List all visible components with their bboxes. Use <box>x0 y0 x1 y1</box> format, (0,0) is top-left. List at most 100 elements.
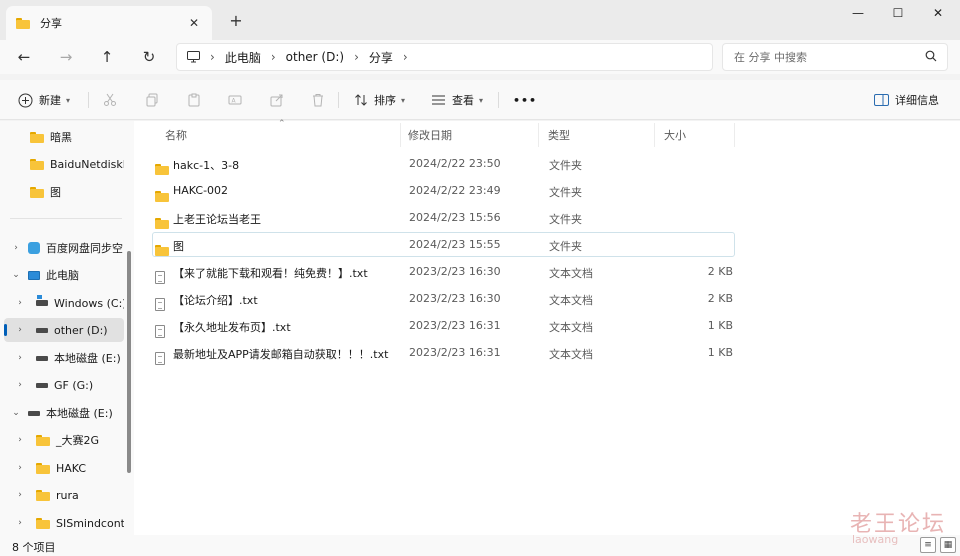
search-input[interactable] <box>734 50 914 64</box>
back-button[interactable]: ← <box>12 46 36 68</box>
chevron-right-icon[interactable]: › <box>4 435 36 445</box>
column-header-date[interactable]: 修改日期 <box>408 121 452 149</box>
file-row[interactable]: 图 2024/2/23 15:55 文件夹 <box>152 232 735 257</box>
sort-ascending-icon: ⌃ <box>278 119 286 129</box>
file-row[interactable]: 【永久地址发布页】.txt 2023/2/23 16:31 文本文档 1 KB <box>152 313 735 338</box>
file-row[interactable]: 最新地址及APP请发邮箱自动获取！！！.txt 2023/2/23 16:31 … <box>152 340 735 365</box>
column-header-name[interactable]: 名称 <box>165 121 187 149</box>
chevron-right-icon[interactable]: › <box>4 518 36 528</box>
close-window-button[interactable]: ✕ <box>918 0 958 26</box>
file-row[interactable]: 上老王论坛当老王 2024/2/23 15:56 文件夹 <box>152 205 735 230</box>
chevron-right-icon[interactable]: › <box>4 353 36 363</box>
address-bar[interactable]: › 此电脑 › other (D:) › 分享 › <box>176 43 713 71</box>
breadcrumb-share[interactable]: 分享 <box>369 49 393 66</box>
sidebar-item-sismindcontrol[interactable]: › SISmindcontrol <box>4 511 124 535</box>
chevron-right-icon[interactable]: › <box>4 243 28 253</box>
folder-icon <box>30 158 44 170</box>
tab-close-icon[interactable]: ✕ <box>186 15 202 31</box>
breadcrumb-separator[interactable]: › <box>271 50 276 64</box>
sidebar-scrollbar[interactable] <box>127 251 131 473</box>
chevron-right-icon[interactable]: › <box>4 380 36 390</box>
view-button[interactable]: 查看 ▾ <box>431 88 483 112</box>
delete-button[interactable] <box>311 88 325 112</box>
more-options-button[interactable]: ••• <box>513 88 537 112</box>
file-type: 文本文档 <box>549 321 593 334</box>
file-date: 2024/2/23 15:55 <box>409 238 501 251</box>
chevron-down-icon: ▾ <box>479 95 484 105</box>
chevron-right-icon[interactable]: › <box>4 463 36 473</box>
sidebar-item-hakc[interactable]: › HAKC <box>4 456 124 480</box>
file-row[interactable]: hakc-1、3-8 2024/2/22 23:50 文件夹 <box>152 151 735 176</box>
sidebar-item-drive-g[interactable]: › GF (G:) <box>4 373 124 397</box>
file-row[interactable]: 【来了就能下载和观看！纯免费！】.txt 2023/2/23 16:30 文本文… <box>152 259 735 284</box>
up-button[interactable]: ↑ <box>95 46 119 68</box>
tiles-view-icon[interactable]: ▦ <box>940 537 956 553</box>
file-date: 2023/2/23 16:31 <box>409 346 501 359</box>
status-bar: 8 个项目 ≡ ▦ <box>0 535 960 556</box>
new-tab-button[interactable]: + <box>226 10 246 30</box>
details-pane-icon <box>874 94 889 106</box>
breadcrumb-separator[interactable]: › <box>354 50 359 64</box>
minimize-button[interactable]: — <box>838 0 878 26</box>
sidebar-item-label: _大赛2G <box>56 434 100 447</box>
chevron-right-icon[interactable]: › <box>4 490 36 500</box>
sidebar-item-drive-e[interactable]: › 本地磁盘 (E:) <box>4 346 124 370</box>
sidebar-item-dasai[interactable]: › _大赛2G <box>4 428 124 452</box>
chevron-right-icon[interactable]: › <box>4 298 36 308</box>
search-box[interactable] <box>722 43 948 71</box>
sidebar-item-baidunetdisk[interactable]: BaiduNetdiskDownload <box>4 152 124 176</box>
file-size: 1 KB <box>707 346 733 359</box>
chevron-down-icon[interactable]: ⌄ <box>4 270 28 280</box>
sidebar-item-baidu-sync[interactable]: › 百度网盘同步空间 <box>4 236 124 260</box>
plus-circle-icon <box>18 93 33 107</box>
file-row[interactable]: 【论坛介绍】.txt 2023/2/23 16:30 文本文档 2 KB <box>152 286 735 311</box>
column-divider[interactable] <box>734 123 735 147</box>
tab-share[interactable]: 分享 ✕ <box>6 6 212 40</box>
paste-button[interactable] <box>187 88 201 112</box>
toolbar-divider <box>338 92 339 108</box>
sidebar-item-rura[interactable]: › rura <box>4 483 124 507</box>
chevron-down-icon[interactable]: ⌄ <box>4 408 28 418</box>
rename-button[interactable]: A <box>228 88 242 112</box>
sidebar-item-anhei[interactable]: 暗黑 <box>4 125 124 149</box>
copy-button[interactable] <box>145 88 159 112</box>
column-divider[interactable] <box>400 123 401 147</box>
search-icon[interactable] <box>925 50 937 62</box>
column-divider[interactable] <box>538 123 539 147</box>
share-button[interactable] <box>270 88 284 112</box>
breadcrumb-separator[interactable]: › <box>403 50 408 64</box>
sort-button[interactable]: 排序 ▾ <box>354 88 405 112</box>
chevron-right-icon[interactable]: › <box>4 325 36 335</box>
forward-button[interactable]: → <box>54 46 78 68</box>
maximize-button[interactable]: ☐ <box>878 0 918 26</box>
file-row[interactable]: HAKC-002 2024/2/22 23:49 文件夹 <box>152 178 735 203</box>
breadcrumb-drive-d[interactable]: other (D:) <box>286 50 344 64</box>
text-file-icon <box>155 271 165 284</box>
column-header-size[interactable]: 大小 <box>664 121 686 149</box>
sidebar-item-this-pc[interactable]: ⌄ 此电脑 <box>4 263 124 287</box>
new-button[interactable]: 新建 ▾ <box>18 88 70 112</box>
sidebar-item-drive-d[interactable]: › other (D:) <box>4 318 124 342</box>
title-bar: 分享 ✕ + — ☐ ✕ <box>0 0 960 40</box>
sidebar-item-label: 此电脑 <box>46 269 79 282</box>
sidebar-item-tu[interactable]: 图 <box>4 180 124 204</box>
details-pane-button[interactable]: 详细信息 <box>874 88 939 112</box>
details-view-icon[interactable]: ≡ <box>920 537 936 553</box>
column-header-type[interactable]: 类型 <box>548 121 570 149</box>
tab-title: 分享 <box>40 17 62 30</box>
windows-drive-icon <box>36 295 48 306</box>
column-divider[interactable] <box>654 123 655 147</box>
sidebar-item-drive-c[interactable]: › Windows (C:) <box>4 291 124 315</box>
file-date: 2023/2/23 16:30 <box>409 265 501 278</box>
cut-button[interactable] <box>103 88 117 112</box>
sidebar-item-label: 百度网盘同步空间 <box>46 242 124 255</box>
sidebar-item-local-disk-e[interactable]: ⌄ 本地磁盘 (E:) <box>4 401 124 425</box>
breadcrumb-separator: › <box>210 50 215 64</box>
refresh-button[interactable]: ↻ <box>137 46 161 68</box>
sidebar-item-label: other (D:) <box>54 323 108 337</box>
file-name: HAKC-002 <box>173 184 229 197</box>
sidebar-item-label: Windows (C:) <box>54 296 124 310</box>
text-file-icon <box>155 298 165 311</box>
breadcrumb-this-pc[interactable]: 此电脑 <box>225 49 261 66</box>
navigation-bar: ← → ↑ ↻ › 此电脑 › other (D:) › 分享 › <box>0 40 960 74</box>
